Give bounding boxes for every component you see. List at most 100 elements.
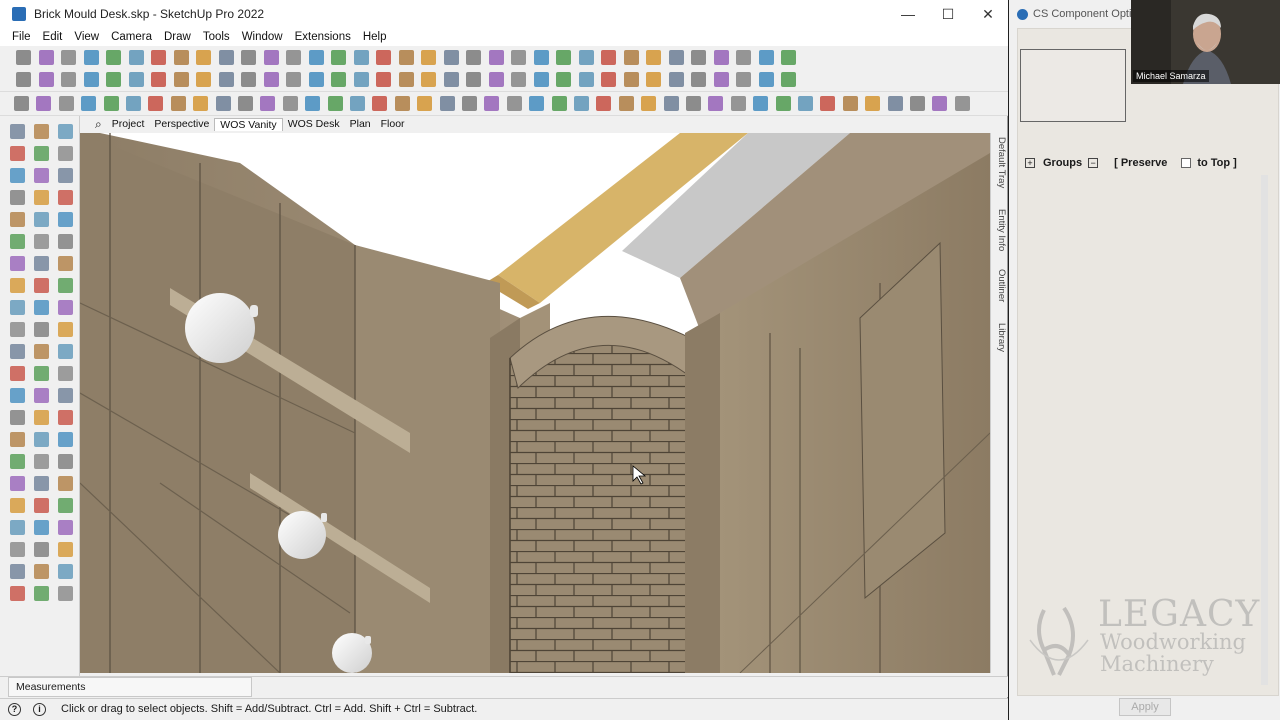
toolbar-tool-icon[interactable] bbox=[462, 96, 477, 111]
left-tool-icon[interactable] bbox=[58, 146, 73, 161]
toolbar-tool-icon[interactable] bbox=[38, 72, 54, 87]
toolbar-tool-icon[interactable] bbox=[758, 50, 774, 65]
menu-tools[interactable]: Tools bbox=[197, 31, 236, 43]
left-tool-icon[interactable] bbox=[34, 454, 49, 469]
toolbar-tool-icon[interactable] bbox=[218, 50, 234, 65]
toolbar-tool-icon[interactable] bbox=[421, 50, 436, 65]
left-tool-icon[interactable] bbox=[10, 476, 25, 491]
left-tool-icon[interactable] bbox=[58, 520, 73, 535]
left-tool-icon[interactable] bbox=[34, 432, 49, 447]
model-viewport[interactable] bbox=[80, 133, 990, 673]
left-tool-icon[interactable] bbox=[10, 498, 25, 513]
toolbar-tool-icon[interactable] bbox=[596, 96, 612, 111]
menu-edit[interactable]: Edit bbox=[37, 31, 69, 43]
left-tool-icon[interactable] bbox=[58, 300, 73, 315]
toolbar-tool-icon[interactable] bbox=[842, 96, 858, 111]
left-tool-icon[interactable] bbox=[58, 234, 73, 249]
menu-draw[interactable]: Draw bbox=[158, 31, 197, 43]
toolbar-tool-icon[interactable] bbox=[16, 50, 31, 65]
tray-tab-outliner[interactable]: Outliner bbox=[993, 269, 1007, 302]
toolbar-tool-icon[interactable] bbox=[151, 72, 166, 87]
toolbar-tool-icon[interactable] bbox=[263, 50, 279, 65]
toolbar-tool-icon[interactable] bbox=[623, 50, 639, 65]
left-tool-icon[interactable] bbox=[10, 278, 25, 293]
toolbar-tool-icon[interactable] bbox=[61, 72, 76, 87]
left-tool-icon[interactable] bbox=[58, 278, 73, 293]
toolbar-tool-icon[interactable] bbox=[533, 50, 549, 65]
toolbar-tool-icon[interactable] bbox=[106, 50, 121, 65]
toolbar-tool-icon[interactable] bbox=[533, 72, 549, 87]
left-tool-icon[interactable] bbox=[58, 344, 73, 359]
toolbar-tool-icon[interactable] bbox=[781, 72, 796, 87]
toolbar-tool-icon[interactable] bbox=[286, 50, 301, 65]
toolbar-tool-icon[interactable] bbox=[713, 72, 729, 87]
toolbar-tool-icon[interactable] bbox=[331, 50, 346, 65]
left-tool-icon[interactable] bbox=[34, 388, 49, 403]
left-tool-icon[interactable] bbox=[10, 564, 25, 579]
left-tool-icon[interactable] bbox=[34, 146, 49, 161]
toolbar-tool-icon[interactable] bbox=[36, 96, 52, 111]
left-tool-icon[interactable] bbox=[34, 410, 49, 425]
left-tool-icon[interactable] bbox=[10, 542, 25, 557]
toolbar-tool-icon[interactable] bbox=[61, 50, 76, 65]
toolbar-tool-icon[interactable] bbox=[81, 96, 97, 111]
left-tool-icon[interactable] bbox=[34, 322, 49, 337]
expand-groups-icon[interactable]: + bbox=[1025, 158, 1035, 168]
toolbar-tool-icon[interactable] bbox=[618, 96, 634, 111]
toolbar-tool-icon[interactable] bbox=[511, 50, 526, 65]
toolbar-tool-icon[interactable] bbox=[398, 72, 414, 87]
left-tool-icon[interactable] bbox=[34, 234, 49, 249]
toolbar-tool-icon[interactable] bbox=[466, 72, 481, 87]
left-tool-icon[interactable] bbox=[58, 190, 73, 205]
left-tool-icon[interactable] bbox=[58, 366, 73, 381]
menu-view[interactable]: View bbox=[68, 31, 105, 43]
left-tool-icon[interactable] bbox=[34, 256, 49, 271]
toolbar-tool-icon[interactable] bbox=[350, 96, 365, 111]
toolbar-tool-icon[interactable] bbox=[668, 72, 684, 87]
toolbar-tool-icon[interactable] bbox=[736, 72, 751, 87]
toolbar-tool-icon[interactable] bbox=[954, 96, 970, 111]
left-tool-icon[interactable] bbox=[10, 322, 25, 337]
toolbar-tool-icon[interactable] bbox=[241, 72, 256, 87]
toolbar-tool-icon[interactable] bbox=[372, 96, 388, 111]
left-tool-icon[interactable] bbox=[10, 366, 25, 381]
left-tool-icon[interactable] bbox=[10, 586, 25, 601]
left-tool-icon[interactable] bbox=[34, 498, 49, 513]
left-tool-icon[interactable] bbox=[10, 300, 25, 315]
toolbar-tool-icon[interactable] bbox=[260, 96, 276, 111]
toolbar-tool-icon[interactable] bbox=[193, 96, 209, 111]
toolbar-tool-icon[interactable] bbox=[238, 96, 253, 111]
toolbar-tool-icon[interactable] bbox=[601, 50, 616, 65]
left-tool-icon[interactable] bbox=[58, 432, 73, 447]
left-tool-icon[interactable] bbox=[58, 212, 73, 227]
left-tool-icon[interactable] bbox=[34, 542, 49, 557]
scene-search-icon[interactable]: ⌕ bbox=[90, 117, 107, 132]
toolbar-tool-icon[interactable] bbox=[417, 96, 433, 111]
left-tool-icon[interactable] bbox=[34, 278, 49, 293]
toolbar-tool-icon[interactable] bbox=[38, 50, 54, 65]
left-tool-icon[interactable] bbox=[58, 586, 73, 601]
left-tool-icon[interactable] bbox=[34, 300, 49, 315]
left-tool-icon[interactable] bbox=[10, 432, 25, 447]
menu-extensions[interactable]: Extensions bbox=[289, 31, 357, 43]
tray-tab-library[interactable]: Library bbox=[993, 323, 1007, 352]
toolbar-tool-icon[interactable] bbox=[353, 50, 369, 65]
toolbar-tool-icon[interactable] bbox=[331, 72, 346, 87]
toolbar-tool-icon[interactable] bbox=[775, 96, 791, 111]
toolbar-tool-icon[interactable] bbox=[421, 72, 436, 87]
toolbar-tool-icon[interactable] bbox=[758, 72, 774, 87]
toolbar-tool-icon[interactable] bbox=[308, 50, 324, 65]
toolbar-tool-icon[interactable] bbox=[305, 96, 321, 111]
menu-camera[interactable]: Camera bbox=[105, 31, 158, 43]
left-tool-icon[interactable] bbox=[58, 542, 73, 557]
toolbar-tool-icon[interactable] bbox=[488, 50, 504, 65]
toolbar-tool-icon[interactable] bbox=[506, 96, 522, 111]
toolbar-tool-icon[interactable] bbox=[466, 50, 481, 65]
toolbar-tool-icon[interactable] bbox=[215, 96, 231, 111]
left-tool-icon[interactable] bbox=[34, 586, 49, 601]
toolbar-tool-icon[interactable] bbox=[241, 50, 256, 65]
left-tool-icon[interactable] bbox=[10, 190, 25, 205]
toolbar-tool-icon[interactable] bbox=[126, 96, 141, 111]
left-tool-icon[interactable] bbox=[10, 454, 25, 469]
left-tool-icon[interactable] bbox=[10, 520, 25, 535]
